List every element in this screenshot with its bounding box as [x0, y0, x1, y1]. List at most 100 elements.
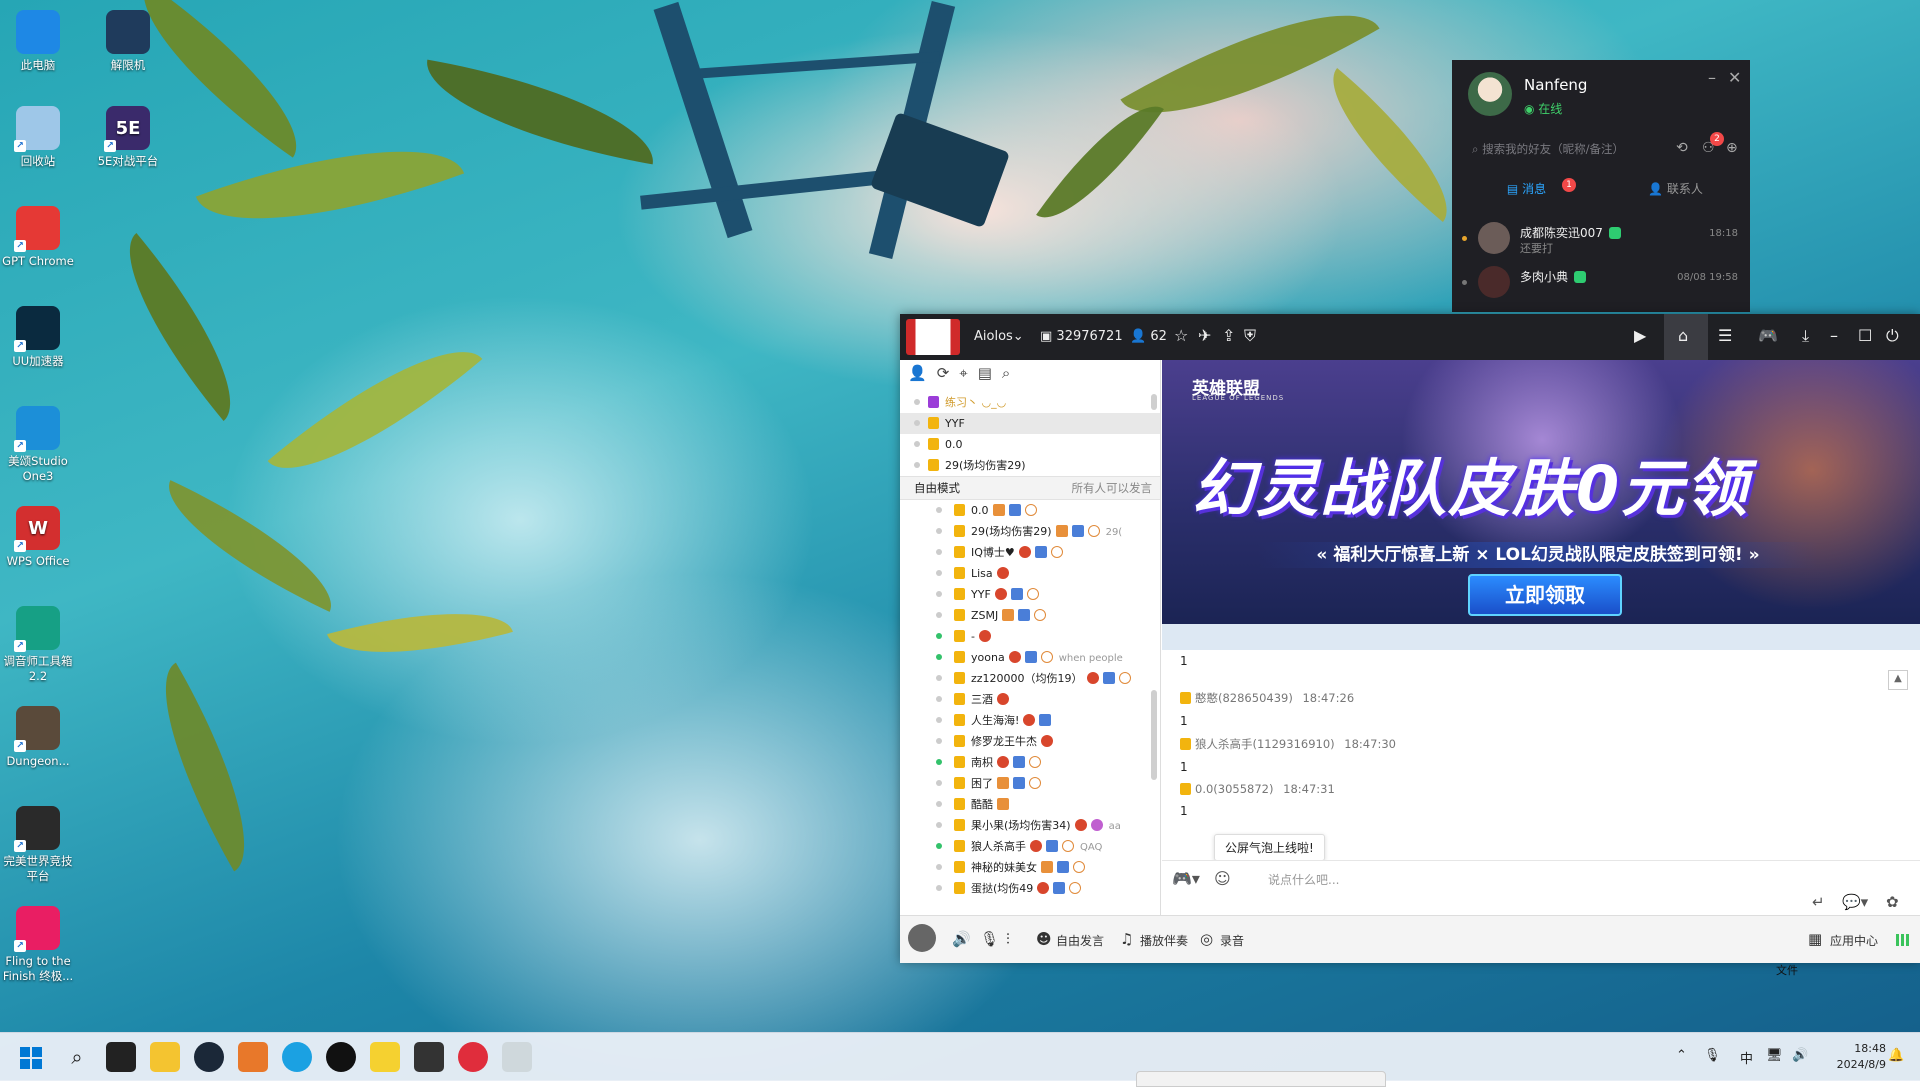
flower-icon[interactable]: ✿ — [1886, 893, 1899, 911]
app-center-button[interactable]: 应用中心 — [1830, 932, 1878, 949]
user-item[interactable]: 困了 — [900, 773, 1160, 794]
desktop-shortcut[interactable]: W ↗ WPS Office — [2, 506, 74, 569]
yy-app-icon[interactable] — [370, 1042, 400, 1072]
netease-music-icon[interactable] — [458, 1042, 488, 1072]
search-icon[interactable]: ⌕ — [62, 1042, 92, 1072]
message-sender[interactable]: 0.0(3055872) — [1195, 782, 1273, 796]
user-item[interactable]: ZSMJ — [900, 605, 1160, 626]
user-item[interactable]: 酷酷 — [900, 794, 1160, 815]
play-music-button[interactable]: 播放伴奏 — [1140, 932, 1188, 949]
mixer-icon[interactable]: ⫶ — [1006, 930, 1010, 948]
home-button[interactable]: ⌂ — [1664, 314, 1708, 360]
user-item[interactable]: - — [900, 626, 1160, 647]
channel-name[interactable]: Aiolos⌄ — [974, 329, 1024, 344]
file-explorer-icon[interactable] — [150, 1042, 180, 1072]
maximize-icon[interactable]: ☐ — [1858, 326, 1888, 356]
user-item[interactable]: 神秘的妹美女 — [900, 857, 1160, 878]
user-item[interactable]: 0.0 — [900, 500, 1160, 521]
music-icon[interactable]: ♫ — [1120, 930, 1133, 948]
record-button[interactable]: 录音 — [1220, 932, 1244, 949]
free-speak-icon[interactable]: ☻ — [1036, 930, 1052, 948]
chat-input[interactable]: 说点什么吧... — [1268, 871, 1339, 888]
desktop-shortcut[interactable]: 此电脑 — [2, 10, 74, 73]
channel-item[interactable]: 0.0 — [900, 434, 1160, 455]
avatar[interactable] — [908, 924, 936, 952]
zoom-search-icon[interactable]: ⊕ — [1726, 140, 1738, 156]
volume-icon[interactable]: 🔊 — [1792, 1048, 1808, 1063]
desktop-shortcut[interactable]: 5E ↗ 5E对战平台 — [92, 106, 164, 169]
desktop-shortcut[interactable]: ↗ GPT Chrome — [2, 206, 74, 269]
network-icon[interactable]: 🖥 — [1766, 1048, 1783, 1063]
desktop-shortcut[interactable]: ↗ Fling to the Finish 终极... — [2, 906, 74, 984]
widgets-icon[interactable] — [106, 1042, 136, 1072]
channel-scrollbar[interactable] — [1151, 394, 1157, 410]
user-item[interactable]: 狼人杀高手 QAQ — [900, 836, 1160, 857]
perfect-world-taskbar-icon[interactable] — [414, 1042, 444, 1072]
user-item[interactable]: 南枳 — [900, 752, 1160, 773]
history-icon[interactable]: ⟳ — [937, 364, 950, 392]
speaker-icon[interactable]: 🔊 — [952, 930, 971, 948]
game-emoji-icon[interactable]: 🎮▾ — [1172, 869, 1200, 888]
microphone-icon[interactable]: 🎙 — [980, 930, 999, 948]
minimize-button[interactable]: – — [1708, 68, 1716, 87]
chat-bubble-icon[interactable]: 💬▾ — [1842, 893, 1868, 911]
user-item[interactable]: YYF — [900, 584, 1160, 605]
user-item[interactable]: 29(场均伤害29) 29( — [900, 521, 1160, 542]
desktop-shortcut[interactable]: 解限机 — [92, 10, 164, 73]
emoji-icon[interactable]: ☺ — [1214, 869, 1231, 888]
user-list-icon[interactable]: 👤 — [908, 364, 927, 392]
app-orange-icon[interactable] — [238, 1042, 268, 1072]
channel-item[interactable]: 29(场均伤害29) — [900, 455, 1160, 476]
search-icon[interactable]: ⌕ — [1002, 364, 1010, 392]
notes-icon[interactable]: ▤ — [978, 364, 992, 392]
taskbar-clock[interactable]: 18:48 2024/8/9 — [1828, 1041, 1886, 1073]
user-item[interactable]: 人生海海! — [900, 710, 1160, 731]
steam-icon[interactable] — [194, 1042, 224, 1072]
user-scrollbar[interactable] — [1151, 690, 1157, 780]
qq-friend-search[interactable]: ⌕ 搜索我的好友（昵称/备注） — [1472, 138, 1662, 160]
chevron-up-icon[interactable]: ⌃ — [1676, 1048, 1687, 1063]
microphone-icon[interactable]: 🎙 — [1704, 1048, 1721, 1063]
desktop-shortcut[interactable]: ↗ Dungeon... — [2, 706, 74, 769]
close-icon[interactable]: ✕ — [1728, 68, 1741, 87]
user-item[interactable]: 果小果(场均伤害34) aa — [900, 815, 1160, 836]
send-icon[interactable]: ↵ — [1812, 893, 1825, 911]
download-icon[interactable]: ⤓ — [1802, 326, 1832, 356]
user-item[interactable]: 蛋挞(均伤49 — [900, 878, 1160, 899]
window-app-icon[interactable] — [502, 1042, 532, 1072]
user-item[interactable]: 三酒 — [900, 689, 1160, 710]
power-icon[interactable]: ⏻ — [1886, 326, 1916, 356]
add-friend-icon[interactable]: ⚇ 2 — [1702, 132, 1724, 156]
dark-app-icon[interactable] — [326, 1042, 356, 1072]
scroll-top-button[interactable]: ▲ — [1888, 670, 1908, 690]
ime-indicator[interactable]: 中 — [1740, 1048, 1753, 1067]
desktop-shortcut[interactable]: ↗ 调音师工具箱2.2 — [2, 606, 74, 684]
edge-icon[interactable] — [282, 1042, 312, 1072]
location-icon[interactable]: ⌖ — [959, 364, 967, 392]
video-icon[interactable]: ▶ — [1634, 326, 1664, 356]
group-chat-icon[interactable]: ⟲ — [1676, 140, 1688, 156]
user-item[interactable]: 修罗龙王牛杰 — [900, 731, 1160, 752]
channel-item[interactable]: 练习丶 ◡_◡ — [900, 392, 1160, 413]
list-icon[interactable]: ☰ — [1718, 326, 1748, 356]
message-sender[interactable]: 憨憨(828650439) — [1195, 691, 1293, 705]
promo-banner[interactable]: 英雄联盟 LEAGUE OF LEGENDS 幻灵战队皮肤0元领 « 福利大厅惊… — [1162, 360, 1920, 624]
files-label[interactable]: 文件 — [1776, 962, 1798, 978]
shield-icon[interactable]: ⛨ — [1244, 326, 1274, 356]
user-item[interactable]: IQ博士♥ — [900, 542, 1160, 563]
qq-user-avatar[interactable] — [1468, 72, 1512, 116]
qq-user-name[interactable]: Nanfeng — [1524, 76, 1587, 94]
gamepad-icon[interactable]: 🎮 — [1758, 326, 1788, 356]
user-item[interactable]: Lisa — [900, 563, 1160, 584]
conversation-item[interactable]: 多肉小典 08/08 19:58 — [1452, 260, 1750, 304]
minimize-icon[interactable]: – — [1830, 326, 1860, 356]
message-sender[interactable]: 狼人杀高手(1129316910) — [1195, 737, 1335, 751]
app-center-icon[interactable]: ▦ — [1808, 930, 1822, 948]
notification-popup[interactable] — [1136, 1071, 1386, 1087]
qq-online-status[interactable]: ◉ 在线 — [1524, 100, 1562, 117]
start-icon[interactable] — [20, 1047, 42, 1069]
tab-messages[interactable]: ▤ 消息 1 — [1452, 172, 1601, 206]
channel-item[interactable]: YYF — [900, 413, 1160, 434]
claim-button[interactable]: 立即领取 — [1468, 574, 1622, 616]
channel-logo[interactable] — [906, 319, 960, 355]
